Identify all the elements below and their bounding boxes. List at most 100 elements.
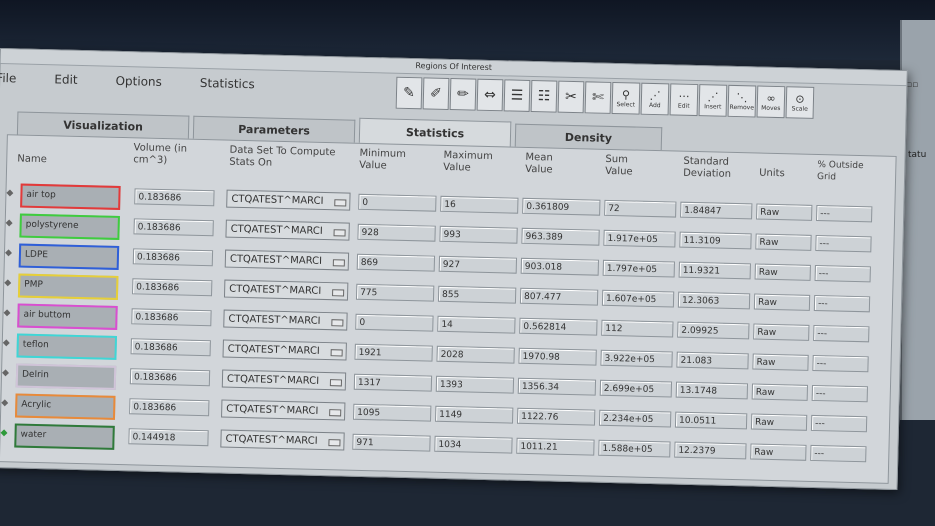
list-icon: ☰ — [510, 87, 524, 104]
roi-name: water — [20, 429, 47, 441]
roi-name-field[interactable]: LDPE — [18, 243, 120, 270]
menu-statistics[interactable]: Statistics — [200, 76, 255, 91]
edit-label: Edit — [677, 102, 690, 110]
roi-std-field: 13.1748 — [675, 381, 749, 400]
roi-mean-field: 1356.34 — [517, 377, 597, 396]
roi-sum-field: 1.917e+05 — [603, 229, 676, 248]
roi-std-field: 11.9321 — [678, 261, 751, 280]
dataset-dropdown[interactable]: CTQATEST^MARCI — [222, 339, 347, 361]
roi-sum-field: 1.797e+05 — [602, 259, 675, 278]
row-select-arrow-icon[interactable]: ◆ — [5, 248, 12, 258]
roi-name-field[interactable]: polystyrene — [19, 213, 120, 240]
roi-name: LDPE — [24, 249, 49, 261]
row-select-arrow-icon[interactable]: ◆ — [4, 278, 11, 288]
add-label: Add — [648, 101, 661, 110]
roi-units-field[interactable]: Raw — [753, 323, 810, 341]
roi-mean-field: 1970.98 — [518, 347, 597, 366]
roi-units-field[interactable]: Raw — [751, 383, 809, 401]
roi-name-field[interactable]: Delrin — [15, 363, 117, 390]
row-select-arrow-icon[interactable]: ◆ — [2, 368, 9, 378]
dataset-value: CTQATEST^MARCI — [229, 253, 323, 267]
dropdown-indicator-icon — [329, 379, 343, 387]
dataset-dropdown[interactable]: CTQATEST^MARCI — [223, 309, 348, 331]
roi-std-field: 1.84847 — [680, 201, 753, 220]
roi-sum-field: 1.588e+05 — [598, 439, 671, 458]
list-edit-button[interactable]: ☰ — [503, 79, 531, 112]
menu-options[interactable]: Options — [115, 74, 162, 89]
roi-outside-field: --- — [814, 264, 871, 283]
row-select-arrow-icon[interactable]: ◆ — [0, 428, 7, 438]
roi-name: air top — [26, 189, 56, 201]
row-select-arrow-icon[interactable]: ◆ — [1, 398, 8, 408]
cut-button[interactable]: ✂ — [557, 80, 585, 114]
dataset-dropdown[interactable]: CTQATEST^MARCI — [223, 279, 349, 301]
row-select-arrow-icon[interactable]: ◆ — [6, 188, 13, 198]
header-maximum: Maximum Value — [443, 149, 493, 174]
pencil-free-button[interactable]: ✏ — [449, 78, 477, 111]
add-button[interactable]: ⋰ Add — [640, 82, 670, 116]
dataset-dropdown[interactable]: CTQATEST^MARCI — [221, 369, 347, 391]
moves-button[interactable]: ∞ Moves — [756, 85, 786, 119]
roi-units-field[interactable]: Raw — [755, 233, 812, 251]
dataset-dropdown[interactable]: CTQATEST^MARCI — [221, 399, 346, 421]
statistics-panel: Name Volume (in cm^3) Data Set To Comput… — [0, 134, 897, 484]
roi-name-field[interactable]: air top — [20, 183, 121, 210]
row-select-arrow-icon[interactable]: ◆ — [3, 338, 10, 348]
pencil-draw-button[interactable]: ✎ — [395, 76, 423, 110]
remove-button[interactable]: ⋱ Remove — [727, 84, 757, 118]
menu-file[interactable]: File — [0, 71, 17, 85]
row-select-arrow-icon[interactable]: ◆ — [3, 308, 10, 318]
dataset-value: CTQATEST^MARCI — [225, 433, 318, 447]
dataset-dropdown[interactable]: CTQATEST^MARCI — [224, 249, 350, 271]
header-name: Name — [17, 153, 47, 166]
roi-name-field[interactable]: air buttom — [17, 303, 118, 330]
row-select-arrow-icon[interactable]: ◆ — [6, 218, 13, 228]
roi-max-field: 927 — [438, 255, 518, 274]
roi-units-field[interactable]: Raw — [750, 413, 808, 431]
header-stddev: Standard Deviation — [683, 155, 732, 180]
roi-name-field[interactable]: PMP — [17, 273, 119, 300]
header-mean: Mean Value — [525, 151, 553, 176]
pencil-shape-button[interactable]: ✐ — [422, 77, 450, 110]
roi-name-field[interactable]: teflon — [16, 333, 117, 360]
dataset-value: CTQATEST^MARCI — [231, 193, 324, 207]
menu-edit[interactable]: Edit — [54, 72, 78, 87]
roi-max-field: 1149 — [434, 405, 514, 424]
scale-button[interactable]: ⊙ Scale — [785, 86, 815, 119]
scale-icon: ⊙ — [795, 92, 805, 106]
header-units: Units — [759, 167, 785, 180]
roi-mean-field: 1122.76 — [516, 407, 596, 426]
list-add-button[interactable]: ☷ — [530, 79, 558, 113]
roi-outside-field: --- — [816, 204, 873, 223]
dropdown-indicator-icon — [333, 229, 346, 237]
roi-std-field: 11.3109 — [679, 231, 752, 250]
dataset-dropdown[interactable]: CTQATEST^MARCI — [225, 219, 350, 241]
roi-name-field[interactable]: water — [14, 423, 115, 450]
roi-units-field[interactable]: Raw — [756, 203, 813, 221]
dataset-dropdown[interactable]: CTQATEST^MARCI — [220, 429, 345, 451]
roi-units-field[interactable]: Raw — [752, 353, 809, 371]
roi-name-field[interactable]: Acrylic — [14, 393, 116, 420]
pencil-line-button[interactable]: ⇔ — [476, 78, 504, 112]
dataset-dropdown[interactable]: CTQATEST^MARCI — [226, 189, 351, 211]
dataset-value: CTQATEST^MARCI — [230, 223, 323, 237]
roi-units-field[interactable]: Raw — [750, 443, 807, 461]
roi-min-field: 1921 — [354, 343, 433, 362]
roi-volume-field: 0.183686 — [133, 218, 214, 237]
roi-outside-field: --- — [811, 384, 868, 403]
roi-max-field: 1393 — [435, 375, 515, 394]
roi-units-field[interactable]: Raw — [754, 263, 811, 281]
edit-button[interactable]: ⋯ Edit — [669, 83, 699, 117]
roi-units-field[interactable]: Raw — [753, 293, 811, 311]
dataset-value: CTQATEST^MARCI — [226, 403, 319, 417]
select-button[interactable]: ⚲ Select — [611, 81, 641, 115]
roi-sum-field: 112 — [601, 319, 674, 338]
insert-button[interactable]: ⋰ Insert — [698, 84, 728, 117]
cut-selection-button[interactable]: ✄ — [584, 81, 612, 114]
header-sum: Sum Value — [605, 153, 633, 178]
dataset-value: CTQATEST^MARCI — [229, 283, 322, 297]
dropdown-indicator-icon — [332, 259, 345, 267]
roi-window: Regions Of Interest File Edit Options St… — [0, 48, 908, 491]
tab-statistics[interactable]: Statistics — [358, 117, 512, 147]
roi-volume-field: 0.183686 — [130, 338, 211, 357]
